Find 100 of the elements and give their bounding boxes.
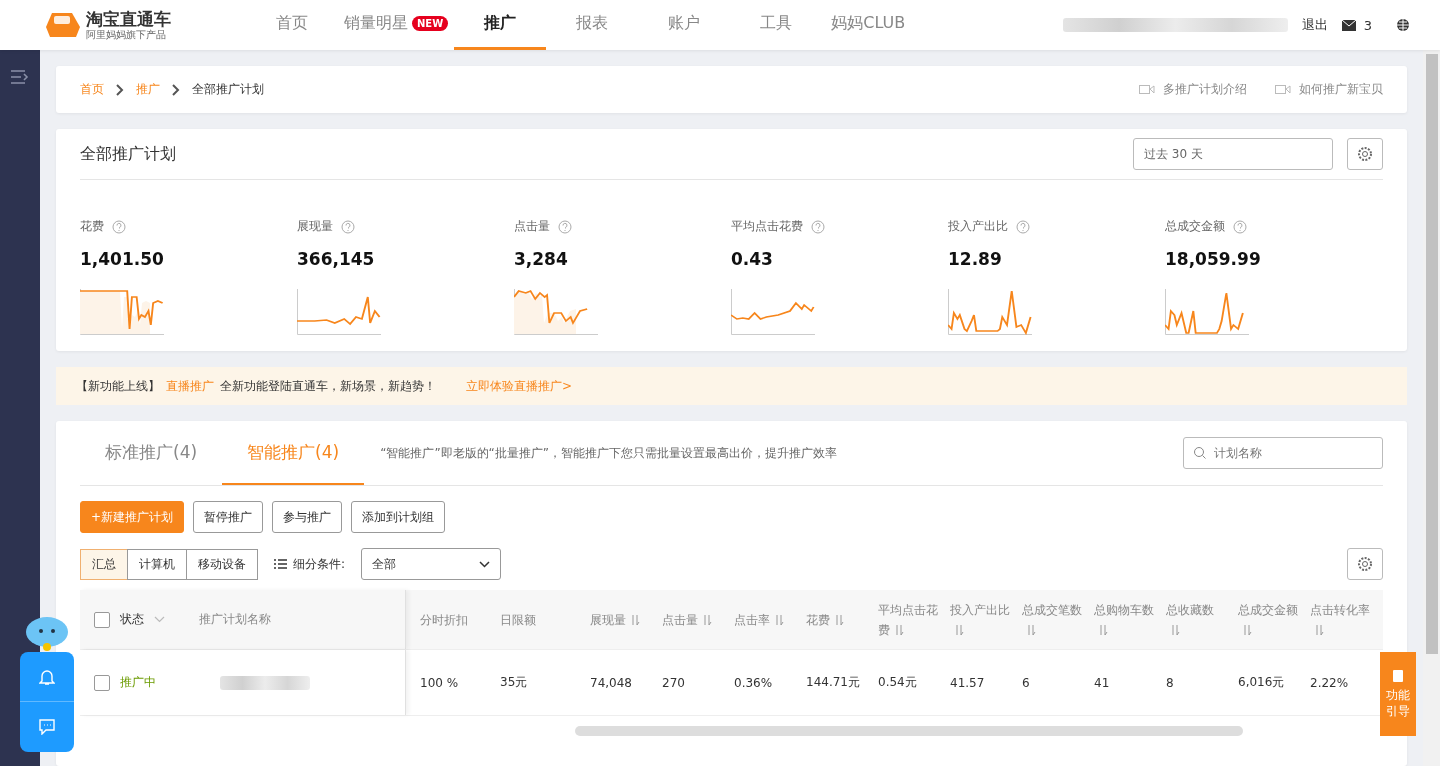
column-header[interactable]: 总购物车数 bbox=[1088, 599, 1160, 640]
table-cell-text: 2.22% bbox=[1309, 675, 1350, 690]
help-icon[interactable] bbox=[558, 219, 572, 234]
filter-label: 细分条件: bbox=[293, 555, 346, 573]
chevron-right-icon bbox=[172, 83, 180, 96]
select-all-checkbox[interactable] bbox=[94, 611, 110, 628]
nav-tab[interactable]: 销量明星 NEW bbox=[338, 0, 455, 50]
column-header[interactable]: 点击率 bbox=[728, 609, 800, 630]
table-cell-text: 41 bbox=[1093, 675, 1111, 690]
help-icon[interactable] bbox=[1016, 219, 1030, 234]
help-icon[interactable] bbox=[341, 219, 355, 234]
column-header[interactable]: 总成交金额 bbox=[1232, 599, 1304, 640]
table-cell-text: 6,016元 bbox=[1237, 674, 1286, 691]
sort-icon[interactable] bbox=[1026, 624, 1036, 636]
metric-label: 展现量 bbox=[297, 218, 333, 235]
sort-icon[interactable] bbox=[1170, 624, 1180, 636]
metric-value: 3,284 bbox=[514, 249, 569, 269]
action-button[interactable]: 暂停推广 bbox=[193, 501, 264, 533]
breadcrumb-link[interactable]: 首页 bbox=[80, 81, 104, 98]
sort-icon[interactable] bbox=[702, 614, 712, 626]
breadcrumb-link[interactable]: 推广 bbox=[136, 81, 160, 98]
nav-tab[interactable]: 工具 bbox=[730, 0, 823, 50]
nav-tab[interactable]: 推广 bbox=[454, 0, 547, 50]
mail-icon[interactable] bbox=[1341, 19, 1356, 31]
table-cell-text: 74,048 bbox=[589, 675, 633, 690]
section-title: 全部推广计划 bbox=[80, 143, 176, 165]
banner-text: 全新功能登陆直通车，新场景，新趋势！ bbox=[220, 377, 436, 395]
plan-tab[interactable]: 智能推广(4) bbox=[222, 421, 365, 485]
sort-icon[interactable] bbox=[954, 624, 964, 636]
metric-value: 0.43 bbox=[731, 249, 774, 269]
settings-button[interactable] bbox=[1347, 138, 1383, 170]
help-icon[interactable] bbox=[1233, 219, 1247, 234]
device-tab[interactable]: 汇总 bbox=[80, 548, 128, 580]
banner-link[interactable]: 立即体验直播推广> bbox=[466, 377, 573, 395]
device-tab[interactable]: 计算机 bbox=[127, 548, 187, 580]
nav-tab[interactable]: 账户 bbox=[638, 0, 731, 50]
column-header[interactable]: 总成交笔数 bbox=[1016, 599, 1088, 640]
sort-icon[interactable] bbox=[630, 614, 640, 626]
breadcrumb-current[interactable]: 全部推广计划 bbox=[192, 81, 264, 98]
settings-button[interactable] bbox=[1347, 548, 1383, 580]
help-link[interactable]: 如何推广新宝贝 bbox=[1299, 81, 1383, 98]
globe-icon[interactable] bbox=[1396, 18, 1410, 32]
action-button[interactable]: +新建推广计划 bbox=[80, 501, 185, 533]
metric-label: 总成交金额 bbox=[1165, 218, 1225, 235]
nav-tab[interactable]: 妈妈CLUB bbox=[822, 0, 915, 50]
action-button[interactable]: 添加到计划组 bbox=[351, 501, 446, 533]
metric-label: 平均点击花费 bbox=[731, 218, 803, 235]
sort-icon[interactable] bbox=[834, 614, 844, 626]
sort-icon[interactable] bbox=[894, 624, 904, 636]
column-header[interactable]: 平均点击花费 bbox=[872, 599, 944, 640]
menu-icon[interactable] bbox=[11, 70, 29, 84]
action-button[interactable]: 参与推广 bbox=[272, 501, 343, 533]
bell-icon bbox=[39, 667, 55, 686]
help-link[interactable]: 多推广计划介绍 bbox=[1163, 81, 1247, 98]
help-icon[interactable] bbox=[811, 219, 825, 234]
column-header: 状态 bbox=[120, 611, 144, 628]
column-header: 分时折扣 bbox=[419, 611, 469, 629]
banner-prefix: 【新功能上线】 bbox=[76, 377, 160, 395]
table-cell-text: 6 bbox=[1021, 675, 1031, 690]
banner-highlight: 直播推广 bbox=[166, 377, 214, 395]
nav-tab[interactable]: 首页 bbox=[246, 0, 338, 50]
settings-icon bbox=[1357, 556, 1373, 572]
column-header[interactable]: 点击量 bbox=[656, 609, 728, 630]
car-logo-icon bbox=[46, 11, 82, 39]
table-cell-text: 144.71元 bbox=[805, 674, 861, 691]
sort-icon[interactable] bbox=[1314, 624, 1324, 636]
sort-icon[interactable] bbox=[1242, 624, 1252, 636]
sort-icon[interactable] bbox=[1098, 624, 1108, 636]
table-cell-text: 8 bbox=[1165, 675, 1175, 690]
device-tab[interactable]: 移动设备 bbox=[186, 548, 258, 580]
chat-icon bbox=[39, 719, 55, 735]
table-cell-text: 0.36% bbox=[733, 675, 774, 690]
video-icon bbox=[1139, 84, 1155, 95]
search-field[interactable]: 计划名称 bbox=[1183, 437, 1383, 469]
table-cell-text: 0.54元 bbox=[877, 674, 918, 691]
column-header[interactable]: 展现量 bbox=[584, 609, 656, 630]
column-header[interactable]: 点击转化率 bbox=[1304, 599, 1376, 640]
nav-tab[interactable]: 报表 bbox=[546, 0, 639, 50]
date-range-field[interactable]: 过去 30 天 bbox=[1133, 138, 1333, 170]
filter-select[interactable]: 全部 bbox=[361, 548, 502, 580]
logo-title: 淘宝直通车 bbox=[86, 9, 171, 29]
logout-link[interactable]: 退出 bbox=[1301, 16, 1328, 34]
column-header[interactable]: 总收藏数 bbox=[1160, 599, 1232, 640]
column-header[interactable]: 花费 bbox=[800, 609, 872, 630]
document-icon bbox=[1392, 669, 1404, 683]
table-cell-text: 270 bbox=[661, 675, 686, 690]
sort-icon[interactable] bbox=[774, 614, 784, 626]
feature-guide-button[interactable]: 功能引导 bbox=[1380, 652, 1416, 736]
new-badge: NEW bbox=[412, 16, 449, 31]
search-icon bbox=[1193, 446, 1207, 460]
column-header[interactable]: 投入产出比 bbox=[944, 599, 1016, 640]
list-icon bbox=[274, 559, 287, 569]
help-icon[interactable] bbox=[112, 219, 126, 234]
plan-tab[interactable]: 标准推广(4) bbox=[80, 421, 223, 485]
message-count: 3 bbox=[1363, 17, 1372, 33]
row-checkbox[interactable] bbox=[94, 674, 110, 691]
video-icon bbox=[1275, 84, 1291, 95]
table-cell-text: 100 % bbox=[419, 675, 460, 690]
chevron-down-icon[interactable] bbox=[154, 616, 165, 623]
metric-value: 1,401.50 bbox=[80, 249, 165, 269]
